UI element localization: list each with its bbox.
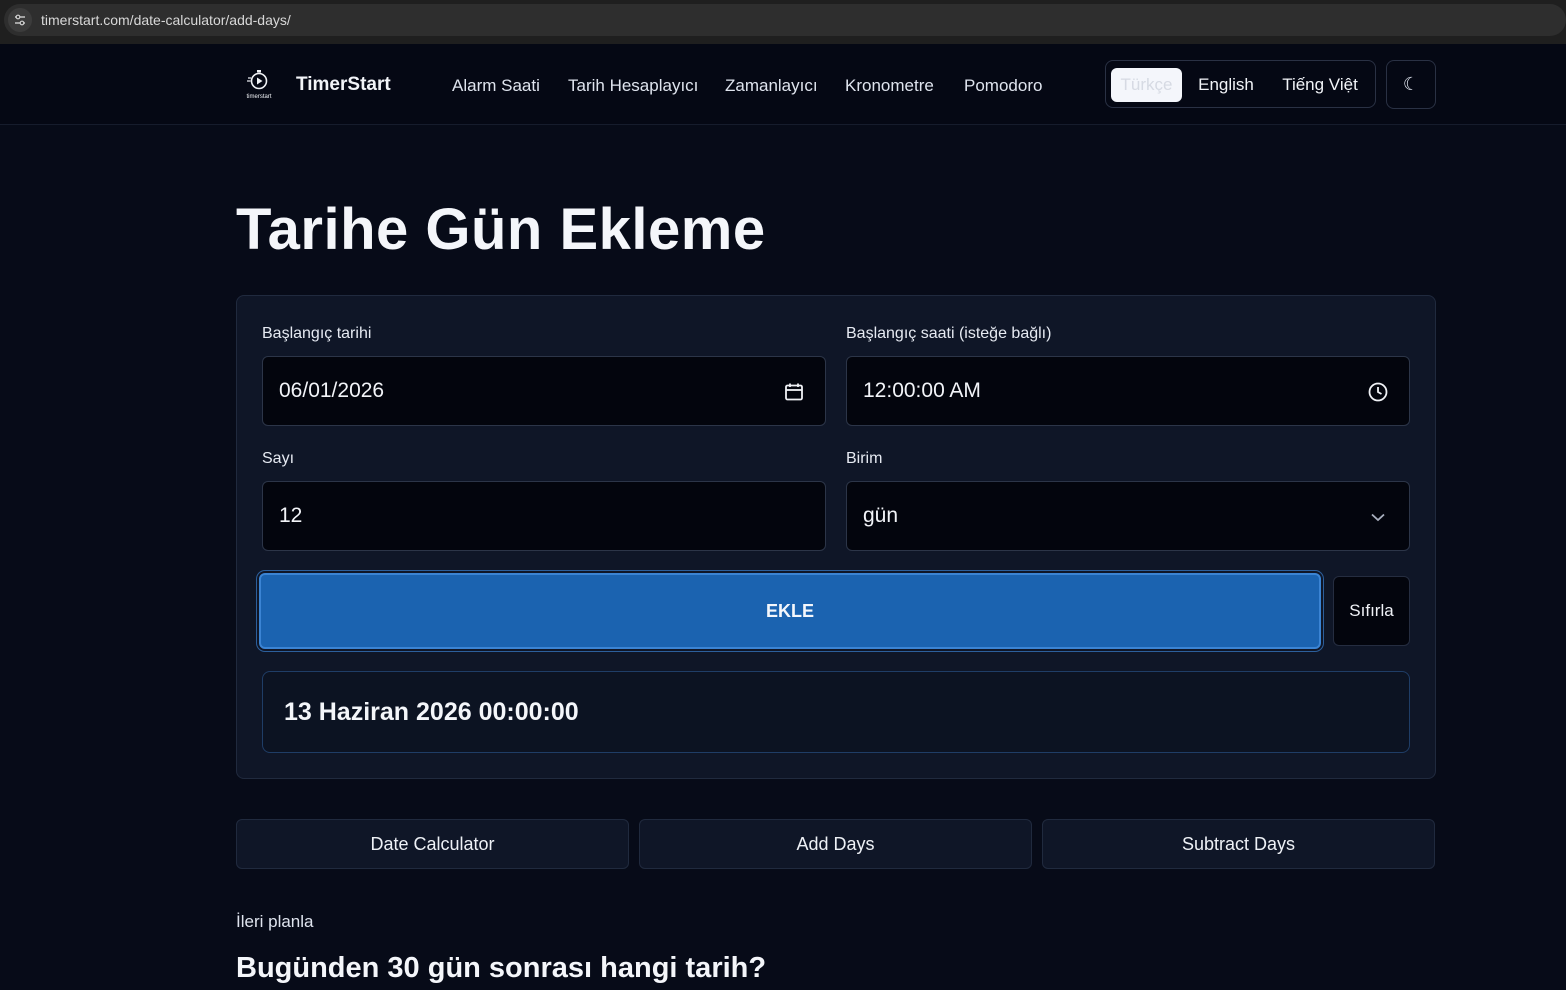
start-date-input[interactable]: 06/01/2026 [262, 356, 826, 426]
start-date-value: 06/01/2026 [279, 379, 385, 402]
browser-address-bar: timerstart.com/date-calculator/add-days/ [0, 0, 1566, 44]
unit-value: gün [863, 504, 899, 527]
unit-select[interactable]: gün [846, 481, 1410, 551]
result-display: 13 Haziran 2026 00:00:00 [262, 671, 1410, 753]
lang-button-vietnamese[interactable]: Tiếng Việt [1270, 68, 1370, 102]
nav-link-stopwatch[interactable]: Kronometre [845, 76, 934, 96]
reset-button[interactable]: Sıfırla [1333, 576, 1410, 646]
section-eyebrow: İleri planla [236, 912, 314, 931]
calendar-icon[interactable] [783, 381, 805, 403]
link-add-days[interactable]: Add Days [639, 819, 1032, 869]
start-time-label: Başlangıç saati (isteğe bağlı) [846, 325, 1052, 342]
page-title: Tarihe Gün Ekleme [236, 197, 766, 262]
chevron-down-icon [1367, 506, 1389, 528]
clock-icon[interactable] [1367, 381, 1389, 403]
lang-button-english[interactable]: English [1188, 68, 1264, 102]
section-heading: Bugünden 30 gün sonrası hangi tarih? [236, 952, 767, 984]
theme-toggle-button[interactable]: ☾ [1386, 60, 1436, 109]
unit-label: Birim [846, 450, 883, 467]
moon-icon: ☾ [1402, 74, 1420, 94]
amount-input[interactable]: 12 [262, 481, 826, 551]
url-text: timerstart.com/date-calculator/add-days/ [41, 12, 291, 28]
amount-label: Sayı [262, 450, 295, 467]
start-time-input[interactable]: 12:00:00 AM [846, 356, 1410, 426]
lang-button-turkish[interactable]: Türkçe [1111, 68, 1182, 102]
link-date-calculator[interactable]: Date Calculator [236, 819, 629, 869]
brand-name[interactable]: TimerStart [296, 74, 391, 96]
url-field[interactable]: timerstart.com/date-calculator/add-days/ [4, 4, 1566, 36]
stopwatch-logo-icon[interactable]: timerstart [242, 68, 276, 102]
logo-wordmark: timerstart [246, 94, 271, 100]
language-switcher: Türkçe English Tiếng Việt [1105, 60, 1376, 108]
link-subtract-days[interactable]: Subtract Days [1042, 819, 1435, 869]
amount-value: 12 [279, 504, 303, 527]
nav-link-timer[interactable]: Zamanlayıcı [725, 76, 818, 96]
nav-link-date-calculator[interactable]: Tarih Hesaplayıcı [568, 76, 698, 96]
nav-link-alarm[interactable]: Alarm Saati [452, 76, 540, 96]
start-time-value: 12:00:00 AM [863, 379, 981, 402]
nav-link-pomodoro[interactable]: Pomodoro [964, 76, 1042, 96]
site-settings-icon[interactable] [8, 8, 32, 32]
result-text: 13 Haziran 2026 00:00:00 [284, 697, 579, 726]
top-navbar: timerstart TimerStart Alarm Saati Tarih … [0, 44, 1566, 125]
add-button[interactable]: EKLE [259, 573, 1321, 649]
start-date-label: Başlangıç tarihi [262, 325, 372, 342]
